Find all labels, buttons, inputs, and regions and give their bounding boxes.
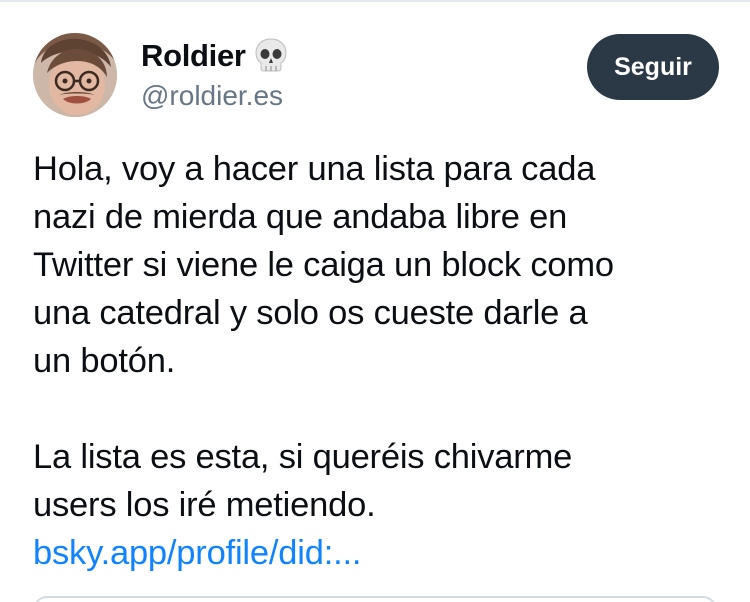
follow-button[interactable]: Seguir	[587, 34, 719, 100]
post-text: Hola, voy a hacer una lista para cada na…	[33, 145, 723, 577]
post-text-line: Twitter si viene le caiga un block como	[33, 246, 614, 284]
skull-icon	[254, 37, 288, 75]
author-handle[interactable]: @roldier.es	[141, 80, 283, 112]
embed-card[interactable]	[33, 596, 717, 602]
post-text-line: un botón.	[33, 342, 176, 380]
avatar[interactable]	[33, 33, 117, 117]
profile-photo-icon	[33, 33, 117, 117]
post-text-line: nazi de mierda que andaba libre en	[33, 198, 568, 236]
post-text-line: Hola, voy a hacer una lista para cada	[33, 150, 596, 188]
author-display-name[interactable]: Roldier	[141, 38, 246, 74]
post-text-line: una catedral y solo os cueste darle a	[33, 294, 588, 332]
top-divider	[0, 0, 750, 2]
author-name-row: Roldier	[141, 36, 288, 76]
post-link[interactable]: bsky.app/profile/did:...	[33, 534, 361, 572]
post-text-line: La lista es esta, si queréis chivarme	[33, 438, 573, 476]
post-text-line: users los iré metiendo.	[33, 486, 376, 524]
